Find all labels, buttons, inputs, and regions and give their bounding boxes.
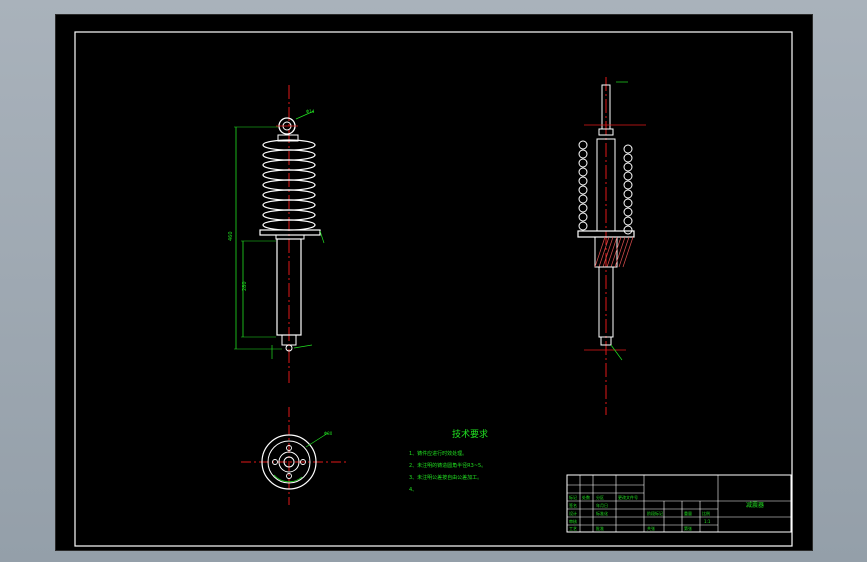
spring-wire-section: [578, 176, 588, 186]
tech-req-item-2: 2、未注明的铸造圆角半径R3~5。: [409, 462, 486, 469]
tb-stage: 阶段标记: [647, 510, 663, 516]
tb-sign: 签名: [569, 502, 577, 508]
leader-bottom: [293, 344, 313, 349]
spring-wire-section: [623, 144, 633, 154]
tb-part-name: 减震器: [746, 501, 764, 509]
tb-zone: 分区: [596, 494, 604, 500]
leader-lower: [610, 344, 623, 361]
spring-wire-section: [623, 180, 633, 190]
tb-approve: 批准: [596, 525, 604, 531]
tb-process: 工艺: [569, 526, 577, 531]
tech-req-item-1: 1、铸件应进行时效处理。: [409, 450, 467, 457]
hatch-line: [618, 236, 630, 268]
spring-wire-section: [623, 225, 633, 235]
spring-wire-section: [623, 198, 633, 208]
section-view: [577, 77, 646, 415]
dim-total-height: 460: [228, 231, 234, 241]
spring-wire-section: [578, 185, 588, 195]
spring-wire-section: [623, 207, 633, 217]
drawing-sheet: 460 280 Φ14 Φ80 技术要求 1、铸件应进行时效处理。 2、未注明的…: [55, 14, 813, 551]
spring-wire-section: [623, 162, 633, 172]
spring-wire-section: [578, 167, 588, 177]
tb-standard: 标准化: [596, 510, 608, 516]
spring-wire-section: [623, 216, 633, 226]
drawing-canvas: 460 280 Φ14 Φ80 技术要求 1、铸件应进行时效处理。 2、未注明的…: [74, 31, 793, 547]
tb-change-doc: 更改文件号: [618, 494, 638, 500]
spring-wire-section: [578, 221, 588, 231]
tb-scale-value: 1:1: [704, 519, 711, 524]
tb-sheet-no: 第张: [684, 525, 692, 531]
cad-viewport[interactable]: 460 280 Φ14 Φ80 技术要求 1、铸件应进行时效处理。 2、未注明的…: [0, 0, 867, 562]
hatch-line: [622, 236, 634, 268]
spring-wire-section: [578, 158, 588, 168]
plate-collar: [275, 234, 305, 240]
tech-req-title: 技术要求: [452, 428, 488, 440]
hatch-line: [598, 236, 610, 268]
spring-wire-section: [578, 140, 588, 150]
front-view: 460 280 Φ14: [228, 85, 325, 383]
tech-req-item-3: 3、未注明公差按自由公差加工。: [409, 474, 482, 481]
tb-review: 审核: [569, 518, 577, 524]
hatch-line: [606, 236, 618, 268]
tb-count: 处数: [582, 494, 590, 500]
hatch-line: [594, 236, 606, 268]
hatch-pattern: [594, 236, 634, 268]
spring-wire-section: [578, 203, 588, 213]
plan-view: Φ80: [241, 407, 346, 505]
tb-sheets: 共张: [647, 525, 655, 531]
hatch-line: [610, 236, 622, 268]
spring-wire-section: [578, 212, 588, 222]
tb-scale: 比例: [702, 510, 710, 516]
dim-eye-dia: Φ14: [306, 109, 315, 114]
spring-wire-section: [578, 194, 588, 204]
tb-design: 设计: [569, 510, 577, 516]
tb-mark: 标记: [569, 494, 577, 500]
tech-req-item-4: 4、: [409, 487, 417, 493]
spring-plate: [259, 229, 321, 236]
leader-plate: [319, 230, 325, 244]
spring-wire-section: [623, 171, 633, 181]
tb-date: 年月日: [596, 502, 608, 508]
tb-weight: 重量: [684, 510, 692, 516]
title-block: 标记 处数 分区 更改文件号 签名 年月日 设计 标准化 阶段标记 重量 比例 …: [566, 474, 792, 533]
tech-requirements: 技术要求 1、铸件应进行时效处理。 2、未注明的铸造圆角半径R3~5。 3、未注…: [409, 428, 488, 493]
hatch-line: [602, 236, 614, 268]
dim-lower-length: 280: [242, 281, 248, 291]
spring-wire-section: [623, 153, 633, 163]
spring-wire-section: [578, 149, 588, 159]
spring-wire-section: [623, 189, 633, 199]
dim-base-dia: Φ80: [324, 431, 333, 436]
